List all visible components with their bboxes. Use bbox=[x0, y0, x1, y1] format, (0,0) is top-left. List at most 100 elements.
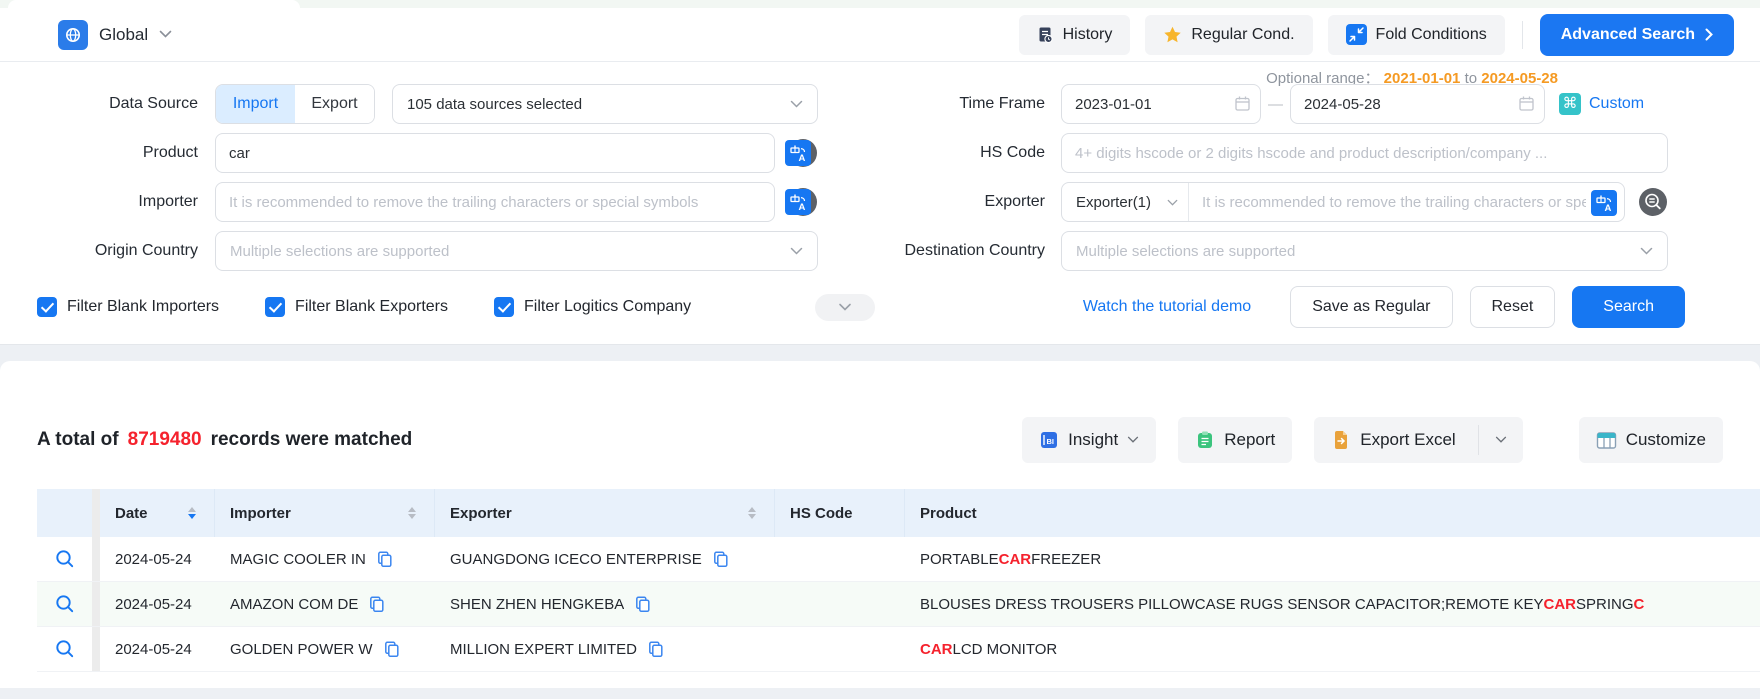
magnifier-icon bbox=[54, 548, 76, 570]
time-frame-label: Time Frame bbox=[818, 95, 1061, 113]
filter-blank-importers-checkbox[interactable]: Filter Blank Importers bbox=[37, 297, 219, 317]
origin-country-select[interactable]: Multiple selections are supported bbox=[215, 231, 818, 271]
time-frame-start-input[interactable] bbox=[1061, 84, 1261, 124]
results-panel: A total of 8719480 records were matched … bbox=[0, 361, 1760, 688]
region-label: Global bbox=[99, 25, 148, 45]
translate-icon[interactable]: A bbox=[785, 140, 811, 166]
row-detail-button[interactable] bbox=[37, 627, 92, 671]
tutorial-link[interactable]: Watch the tutorial demo bbox=[1083, 298, 1251, 316]
checkbox-checked-icon bbox=[494, 297, 514, 317]
history-icon bbox=[1037, 26, 1054, 44]
cell-exporter: GUANGDONG ICECO ENTERPRISE bbox=[435, 537, 775, 581]
regular-cond-button[interactable]: Regular Cond. bbox=[1145, 15, 1312, 55]
cell-product: PORTABLE CAR FREEZER bbox=[905, 537, 1760, 581]
copy-icon bbox=[383, 640, 400, 658]
cell-hscode bbox=[775, 627, 905, 671]
insight-button[interactable]: BI Insight bbox=[1022, 417, 1156, 463]
product-text: LCD MONITOR bbox=[953, 641, 1058, 658]
copy-icon bbox=[368, 595, 385, 613]
cell-importer: GOLDEN POWER W bbox=[215, 627, 435, 671]
history-button[interactable]: History bbox=[1019, 15, 1131, 55]
copy-button[interactable] bbox=[376, 550, 393, 568]
svg-text:A: A bbox=[799, 202, 806, 212]
search-button[interactable]: Search bbox=[1572, 286, 1685, 328]
copy-button[interactable] bbox=[368, 595, 385, 613]
import-toggle[interactable]: Import bbox=[216, 85, 295, 123]
translate-icon[interactable]: A bbox=[1591, 190, 1617, 216]
checkbox-checked-icon bbox=[265, 297, 285, 317]
cell-exporter: SHEN ZHEN HENGKEBA bbox=[435, 582, 775, 626]
product-input[interactable] bbox=[215, 133, 775, 173]
chevron-down-icon bbox=[1640, 247, 1653, 256]
frozen-column-divider bbox=[92, 537, 100, 581]
hs-code-input[interactable] bbox=[1061, 133, 1668, 173]
browser-tab bbox=[8, 0, 300, 8]
chevron-down-icon bbox=[1167, 199, 1178, 207]
time-frame-end-input[interactable] bbox=[1290, 84, 1545, 124]
cell-importer: AMAZON COM DE bbox=[215, 582, 435, 626]
exporter-type-select[interactable]: Exporter(1) bbox=[1062, 183, 1189, 221]
top-bar: Global History Regular Cond. Fold Condit… bbox=[0, 8, 1760, 62]
sort-control[interactable] bbox=[748, 507, 774, 519]
product-label: Product bbox=[0, 144, 215, 162]
export-excel-more-button[interactable] bbox=[1479, 417, 1523, 463]
command-icon: ⌘ bbox=[1559, 93, 1581, 115]
fold-icon bbox=[1346, 24, 1367, 45]
results-table: Date Importer Exporter HS Code Product 2… bbox=[37, 489, 1760, 672]
custom-range-link[interactable]: ⌘ Custom bbox=[1559, 93, 1644, 115]
table-header: Date Importer Exporter HS Code Product bbox=[37, 489, 1760, 537]
header-exporter[interactable]: Exporter bbox=[435, 489, 775, 537]
product-text: CAR bbox=[999, 551, 1032, 568]
table-row[interactable]: 2024-05-24GOLDEN POWER WMILLION EXPERT L… bbox=[37, 627, 1760, 672]
fold-conditions-button[interactable]: Fold Conditions bbox=[1328, 15, 1505, 55]
sort-control[interactable] bbox=[408, 507, 434, 519]
copy-button[interactable] bbox=[647, 640, 664, 658]
expand-conditions-button[interactable] bbox=[815, 294, 875, 321]
reset-button[interactable]: Reset bbox=[1470, 286, 1556, 328]
cell-date: 2024-05-24 bbox=[100, 627, 215, 671]
translate-icon[interactable]: A bbox=[785, 189, 811, 215]
export-excel-button[interactable]: Export Excel bbox=[1314, 417, 1477, 463]
frozen-column-divider bbox=[92, 489, 100, 537]
importer-label: Importer bbox=[0, 193, 215, 211]
chevron-down-icon bbox=[790, 100, 803, 109]
chevron-down-icon bbox=[1495, 436, 1507, 444]
report-button[interactable]: Report bbox=[1178, 417, 1292, 463]
region-selector[interactable]: Global bbox=[58, 20, 172, 50]
save-as-regular-button[interactable]: Save as Regular bbox=[1290, 286, 1452, 328]
destination-country-label: Destination Country bbox=[818, 242, 1061, 260]
header-date[interactable]: Date bbox=[100, 489, 215, 537]
customize-button[interactable]: Customize bbox=[1579, 417, 1723, 463]
table-row[interactable]: 2024-05-24AMAZON COM DESHEN ZHEN HENGKEB… bbox=[37, 582, 1760, 627]
copy-button[interactable] bbox=[383, 640, 400, 658]
header-importer[interactable]: Importer bbox=[215, 489, 435, 537]
hs-code-label: HS Code bbox=[818, 144, 1061, 162]
importer-input[interactable] bbox=[215, 182, 775, 222]
row-detail-button[interactable] bbox=[37, 582, 92, 626]
exporter-input[interactable] bbox=[1189, 183, 1624, 221]
copy-button[interactable] bbox=[634, 595, 651, 613]
cell-exporter: MILLION EXPERT LIMITED bbox=[435, 627, 775, 671]
svg-text:A: A bbox=[799, 153, 806, 163]
header-detail-column bbox=[37, 489, 92, 537]
exact-match-icon[interactable] bbox=[1638, 187, 1668, 217]
data-source-label: Data Source bbox=[0, 95, 215, 113]
copy-button[interactable] bbox=[712, 550, 729, 568]
export-toggle[interactable]: Export bbox=[295, 85, 374, 123]
row-detail-button[interactable] bbox=[37, 537, 92, 581]
destination-country-select[interactable]: Multiple selections are supported bbox=[1061, 231, 1668, 271]
chevron-down-icon bbox=[790, 247, 803, 256]
sort-control[interactable] bbox=[188, 507, 214, 519]
copy-icon bbox=[712, 550, 729, 568]
header-hscode: HS Code bbox=[775, 489, 905, 537]
filter-logitics-company-checkbox[interactable]: Filter Logitics Company bbox=[494, 297, 691, 317]
filter-blank-exporters-checkbox[interactable]: Filter Blank Exporters bbox=[265, 297, 448, 317]
svg-text:BI: BI bbox=[1047, 437, 1055, 446]
copy-icon bbox=[647, 640, 664, 658]
table-row[interactable]: 2024-05-24MAGIC COOLER INGUANGDONG ICECO… bbox=[37, 537, 1760, 582]
advanced-search-button[interactable]: Advanced Search bbox=[1540, 14, 1734, 56]
cell-date: 2024-05-24 bbox=[100, 537, 215, 581]
checkbox-checked-icon bbox=[37, 297, 57, 317]
cell-product: CAR LCD MONITOR bbox=[905, 627, 1760, 671]
data-sources-select[interactable]: 105 data sources selected bbox=[392, 84, 818, 124]
